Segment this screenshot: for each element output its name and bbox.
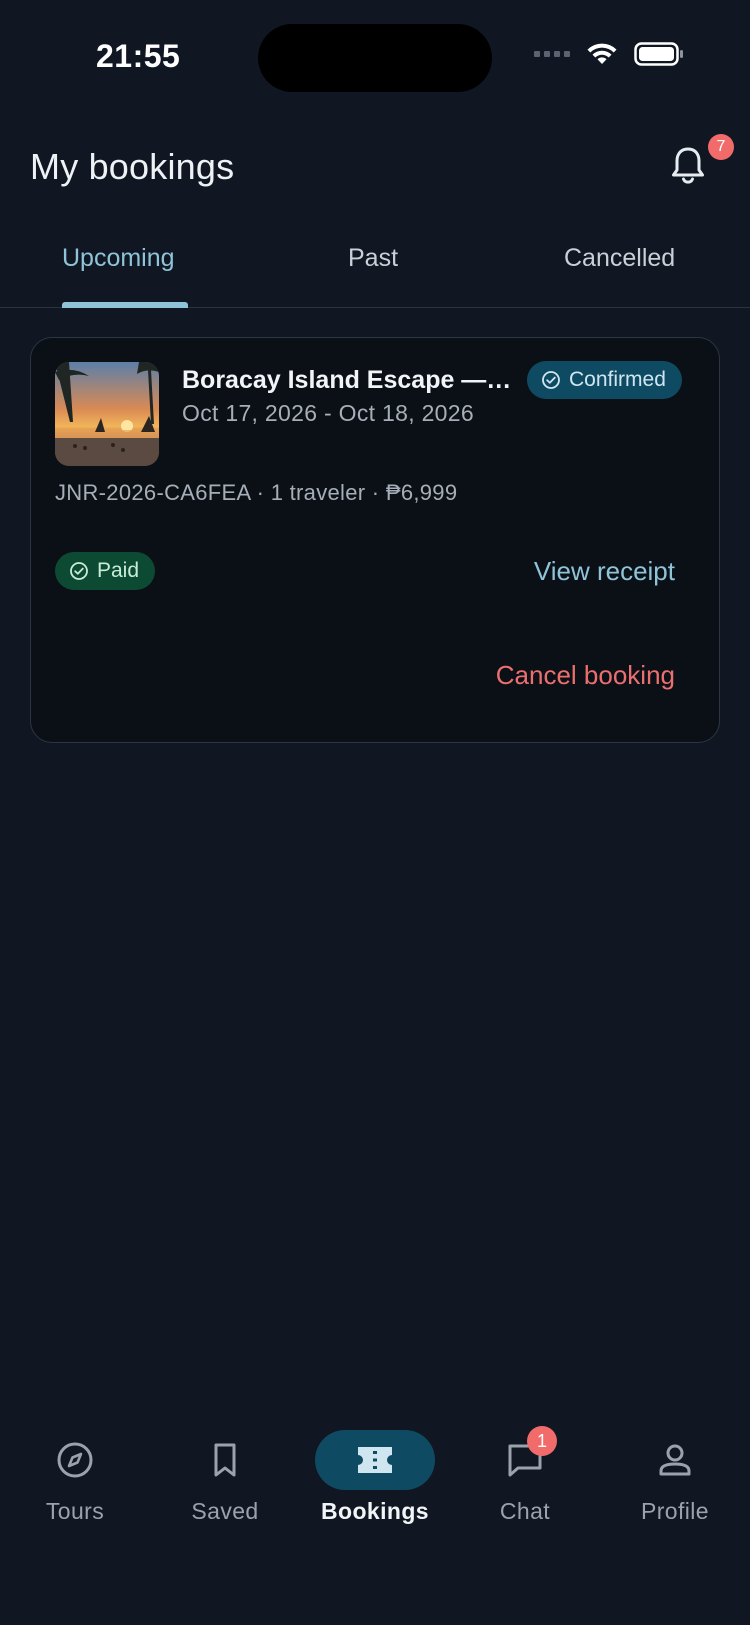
nav-item-chat[interactable]: 1 Chat: [450, 1426, 600, 1550]
chat-badge: 1: [527, 1426, 557, 1456]
active-tab-indicator: [62, 302, 188, 308]
nav-label-saved: Saved: [191, 1498, 259, 1524]
nav-label-bookings: Bookings: [321, 1498, 429, 1524]
status-icons: [534, 42, 684, 66]
status-badge-label: Confirmed: [569, 368, 666, 391]
nav-item-profile[interactable]: Profile: [600, 1430, 750, 1550]
battery-icon: [634, 42, 683, 66]
nav-item-saved[interactable]: Saved: [150, 1430, 300, 1550]
nav-label-chat: Chat: [499, 1498, 551, 1524]
bookmark-icon: [214, 1443, 236, 1477]
bookings-screen: 21:55 My bookings 7 Upcoming Past Cancel…: [0, 0, 750, 1625]
booking-meta: JNR-2026-CA6FEA · 1 traveler · ₱6,999: [55, 480, 458, 505]
check-circle-icon: [542, 371, 560, 389]
tour-thumbnail: [55, 362, 159, 466]
compass-icon: [57, 1442, 93, 1478]
nav-label-profile: Profile: [641, 1498, 709, 1524]
nav-item-tours[interactable]: Tours: [0, 1430, 150, 1550]
bottom-nav: Tours Saved Bookings 1 Chat Profile: [0, 1426, 750, 1625]
tab-past[interactable]: Past: [348, 244, 398, 273]
bell-icon[interactable]: [668, 144, 708, 188]
page-title: My bookings: [30, 146, 235, 187]
tab-cancelled[interactable]: Cancelled: [564, 244, 675, 273]
person-icon: [659, 1444, 691, 1476]
view-receipt-button[interactable]: View receipt: [534, 556, 675, 587]
dynamic-island: [258, 24, 492, 92]
wifi-icon: [587, 43, 617, 64]
payment-badge-label: Paid: [97, 559, 140, 582]
booking-tabs: Upcoming Past Cancelled: [0, 226, 750, 308]
nav-item-bookings[interactable]: Bookings: [300, 1430, 450, 1550]
booking-card[interactable]: Boracay Island Escape —… Oct 17, 2026 - …: [30, 337, 720, 743]
cancel-booking-button[interactable]: Cancel booking: [496, 660, 675, 691]
ticket-icon: [358, 1447, 392, 1473]
cellular-signal-icon: [534, 51, 570, 57]
status-time: 21:55: [96, 38, 181, 74]
nav-label-tours: Tours: [45, 1498, 105, 1524]
tour-title: Boracay Island Escape —…: [182, 366, 512, 394]
status-badge-confirmed: Confirmed: [527, 361, 682, 399]
tab-upcoming[interactable]: Upcoming: [62, 244, 175, 273]
tour-dates: Oct 17, 2026 - Oct 18, 2026: [182, 400, 474, 426]
check-circle-icon: [70, 562, 88, 580]
payment-badge-paid: Paid: [55, 552, 156, 590]
notification-badge: 7: [708, 134, 734, 160]
